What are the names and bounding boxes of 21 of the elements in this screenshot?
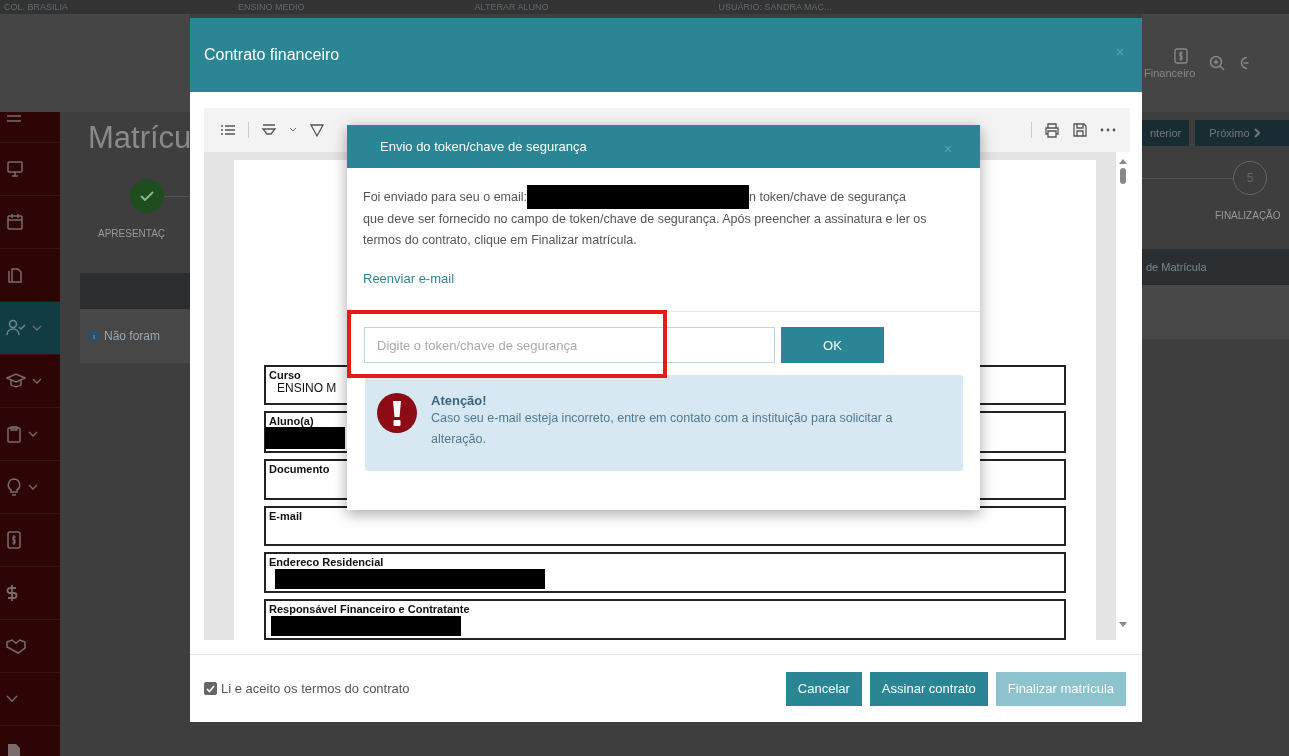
alert-title: Atenção!	[431, 393, 488, 408]
message-text: que deve ser fornecido no campo de token/chave de segurança. Após preencher a assinatura e ler os termos do contrato, clique em Finalizar matrícula.	[363, 211, 928, 249]
page-title: Matrícu	[87, 120, 190, 157]
step-label: APRESENTAÇ	[97, 228, 167, 239]
message-text: n token/chave de segurança	[749, 188, 907, 206]
message-text: Foi enviado para seu o email:	[363, 188, 527, 206]
field-label: Responsável Financeiro e Contratante	[269, 603, 470, 615]
field-label: Aluno(a)	[269, 415, 314, 428]
alert-message: Caso seu e-mail esteja incorreto, entre em contato com a instituição para solicitar a alteração.	[431, 410, 894, 448]
dialog-title: Envio do token/chave de segurança	[380, 139, 587, 154]
field-label: E-mail	[269, 509, 302, 522]
step-label: FINALIZAÇÃO	[1214, 210, 1282, 221]
field-label: Documento	[269, 463, 330, 476]
notice-text: Não foram	[104, 329, 161, 343]
top-bar-text: ALTERAR ALUNO	[474, 2, 549, 12]
field-label: Endereco Residencial	[269, 556, 384, 568]
field-label: Curso	[269, 369, 301, 381]
top-bar-text: ENSINO MEDIO	[238, 2, 305, 12]
table-header: de Matrícula	[1142, 249, 1289, 285]
dialog-title: Contrato financeiro	[204, 46, 340, 64]
field-value: ENSINO M	[276, 381, 337, 395]
